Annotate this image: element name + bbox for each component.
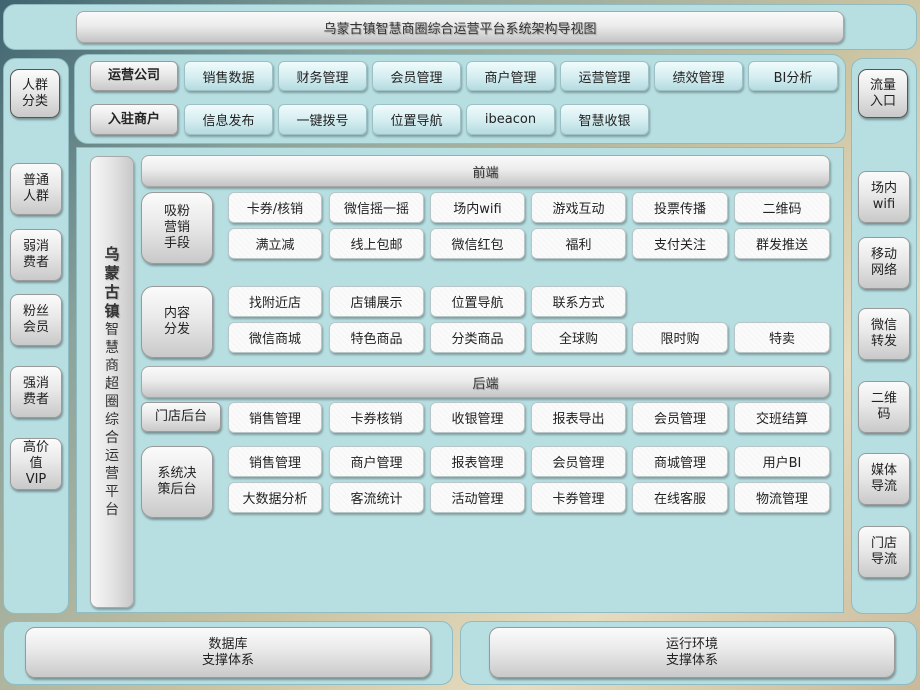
database-support-button[interactable]: 数据库 支撑体系 xyxy=(25,627,431,678)
backend-item[interactable]: 销售管理 xyxy=(228,446,322,477)
frontend-item[interactable]: 群发推送 xyxy=(734,228,830,259)
frontend-item[interactable]: 位置导航 xyxy=(430,286,525,317)
backend-item[interactable]: 卡券管理 xyxy=(531,482,626,513)
top-row-1-item[interactable]: 财务管理 xyxy=(278,61,367,91)
backend-group-label-decision[interactable]: 系统决 策后台 xyxy=(141,446,213,518)
frontend-item[interactable]: 卡券/核销 xyxy=(228,192,322,223)
top-row-1-item[interactable]: 销售数据 xyxy=(184,61,273,91)
platform-label-char: 圈 xyxy=(105,394,119,410)
platform-label-char: 营 xyxy=(105,466,119,482)
platform-label-char: 智 xyxy=(105,322,119,338)
frontend-group-label-fan-marketing[interactable]: 吸粉 营销 手段 xyxy=(141,192,213,264)
frontend-group-label-content-distribution[interactable]: 内容 分发 xyxy=(141,286,213,358)
backend-item[interactable]: 收银管理 xyxy=(430,402,525,433)
traffic-entry-header[interactable]: 流量 入口 xyxy=(858,69,908,118)
top-row-1-item[interactable]: 商户管理 xyxy=(466,61,555,91)
right-sidebar-item[interactable]: 门店 导流 xyxy=(858,526,910,578)
frontend-section-header: 前端 xyxy=(141,155,830,187)
frontend-item[interactable]: 线上包邮 xyxy=(329,228,424,259)
platform-label-char: 乌 xyxy=(104,245,120,263)
top-row-2-item[interactable]: 信息发布 xyxy=(184,104,273,135)
backend-item[interactable]: 报表管理 xyxy=(430,446,525,477)
backend-item[interactable]: 大数据分析 xyxy=(228,482,322,513)
backend-item[interactable]: 卡券核销 xyxy=(329,402,424,433)
right-sidebar-item[interactable]: 移动 网络 xyxy=(858,237,910,289)
frontend-item[interactable]: 游戏互动 xyxy=(531,192,626,223)
backend-item[interactable]: 会员管理 xyxy=(632,402,728,433)
top-row-1-item[interactable]: BI分析 xyxy=(748,61,838,91)
frontend-item[interactable]: 满立减 xyxy=(228,228,322,259)
page-title: 乌蒙古镇智慧商圈综合运营平台系统架构导视图 xyxy=(76,11,844,43)
frontend-item[interactable]: 限时购 xyxy=(632,322,728,353)
backend-item[interactable]: 销售管理 xyxy=(228,402,322,433)
frontend-item[interactable]: 店铺展示 xyxy=(329,286,424,317)
left-sidebar-item[interactable]: 弱消 费者 xyxy=(10,229,62,281)
frontend-item[interactable]: 场内wifi xyxy=(430,192,525,223)
backend-item[interactable]: 客流统计 xyxy=(329,482,424,513)
frontend-item[interactable]: 联系方式 xyxy=(531,286,626,317)
frontend-item[interactable]: 福利 xyxy=(531,228,626,259)
backend-item[interactable]: 商户管理 xyxy=(329,446,424,477)
top-row-2-item[interactable]: 一键拨号 xyxy=(278,104,367,135)
right-sidebar-item[interactable]: 媒体 导流 xyxy=(858,453,910,505)
platform-label-char: 运 xyxy=(105,448,119,464)
backend-item[interactable]: 会员管理 xyxy=(531,446,626,477)
crowd-category-header[interactable]: 人群 分类 xyxy=(10,69,60,118)
top-row-1-item[interactable]: 绩效管理 xyxy=(654,61,743,91)
frontend-item[interactable]: 微信商城 xyxy=(228,322,322,353)
frontend-item[interactable]: 微信红包 xyxy=(430,228,525,259)
right-sidebar-item[interactable]: 微信 转发 xyxy=(858,308,910,360)
backend-item[interactable]: 交班结算 xyxy=(734,402,830,433)
platform-label-char: 慧 xyxy=(105,340,119,356)
backend-section-header: 后端 xyxy=(141,366,830,398)
frontend-item[interactable]: 特卖 xyxy=(734,322,830,353)
frontend-item[interactable]: 分类商品 xyxy=(430,322,525,353)
right-sidebar-item[interactable]: 二维 码 xyxy=(858,381,910,433)
backend-group-label-store[interactable]: 门店后台 xyxy=(141,402,221,432)
platform-label-char: 综 xyxy=(105,412,119,428)
runtime-support-button[interactable]: 运行环境 支撑体系 xyxy=(489,627,895,678)
left-sidebar-item[interactable]: 高价 值 VIP xyxy=(10,438,62,490)
platform-label-char: 镇 xyxy=(104,302,120,320)
platform-label-char: 超 xyxy=(105,376,119,392)
platform-label-char: 蒙 xyxy=(104,264,120,282)
frontend-item[interactable]: 全球购 xyxy=(531,322,626,353)
top-row-2-item[interactable]: 智慧收银 xyxy=(560,104,649,135)
left-sidebar-item[interactable]: 普通 人群 xyxy=(10,163,62,215)
top-row-1-item[interactable]: 会员管理 xyxy=(372,61,461,91)
backend-item[interactable]: 商城管理 xyxy=(632,446,728,477)
platform-vertical-label: 乌 蒙 古 镇 智 慧 商 超 圈 综 合 运 营 平 台 xyxy=(90,156,134,608)
frontend-item[interactable]: 支付关注 xyxy=(632,228,728,259)
frontend-item[interactable]: 投票传播 xyxy=(632,192,728,223)
operator-company-header[interactable]: 运营公司 xyxy=(90,61,178,91)
backend-item[interactable]: 物流管理 xyxy=(734,482,830,513)
merchants-header[interactable]: 入驻商户 xyxy=(90,104,178,135)
platform-label-char: 台 xyxy=(105,502,119,518)
backend-item[interactable]: 报表导出 xyxy=(531,402,626,433)
platform-label-char: 古 xyxy=(104,283,120,301)
frontend-item[interactable]: 特色商品 xyxy=(329,322,424,353)
frontend-item[interactable]: 二维码 xyxy=(734,192,830,223)
platform-label-char: 商 xyxy=(105,358,119,374)
frontend-item[interactable]: 找附近店 xyxy=(228,286,322,317)
frontend-item[interactable]: 微信摇一摇 xyxy=(329,192,424,223)
platform-label-char: 合 xyxy=(105,430,119,446)
top-row-2-item[interactable]: ibeacon xyxy=(466,104,555,135)
backend-item[interactable]: 用户BI xyxy=(734,446,830,477)
top-row-1-item[interactable]: 运营管理 xyxy=(560,61,649,91)
left-sidebar-item[interactable]: 粉丝 会员 xyxy=(10,294,62,346)
left-sidebar-item[interactable]: 强消 费者 xyxy=(10,366,62,418)
platform-label-char: 平 xyxy=(105,484,119,500)
right-sidebar-item[interactable]: 场内 wifi xyxy=(858,171,910,223)
backend-item[interactable]: 活动管理 xyxy=(430,482,525,513)
backend-item[interactable]: 在线客服 xyxy=(632,482,728,513)
top-row-2-item[interactable]: 位置导航 xyxy=(372,104,461,135)
